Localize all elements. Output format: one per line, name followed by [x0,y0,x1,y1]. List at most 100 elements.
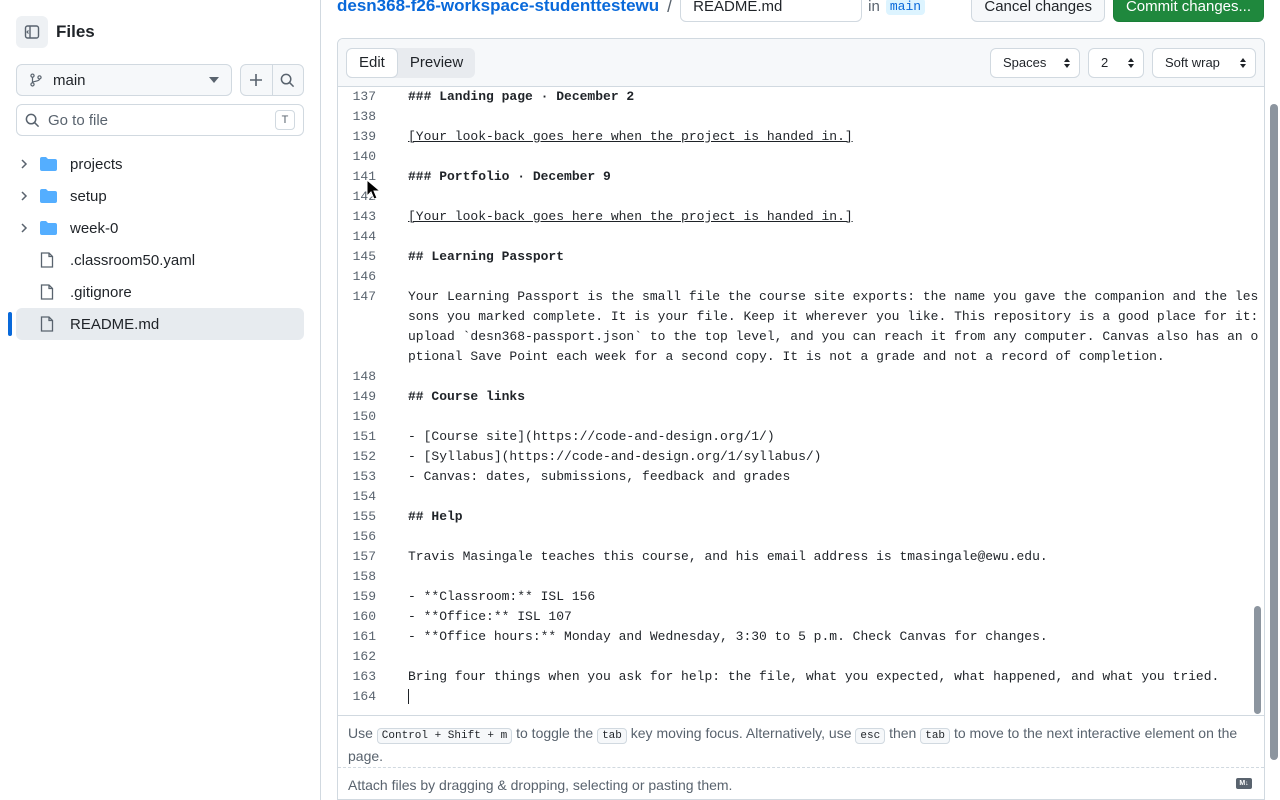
code-line[interactable]: 161 - **Office hours:** Monday and Wednes… [338,627,1264,647]
add-file-button[interactable] [241,65,272,95]
tree-item-label: week-0 [70,219,119,237]
code-line[interactable]: 148 [338,367,1264,387]
line-text: - **Office:** ISL 107 [408,609,572,624]
repo-link[interactable]: desn368-f26-workspace-studenttestewu [337,0,659,16]
tab-edit[interactable]: Edit [346,47,398,78]
line-text: - **Office hours:** Monday and Wednesday… [408,629,1048,644]
code-line[interactable]: 154 [338,487,1264,507]
code-line[interactable]: 144 [338,227,1264,247]
line-text: - [Syllabus](https://code-and-design.org… [408,449,822,464]
code-line[interactable]: 138 [338,107,1264,127]
cancel-changes-button[interactable]: Cancel changes [971,0,1105,22]
line-text: [Your look-back goes here when the proje… [408,129,853,144]
line-number: 137 [352,89,376,104]
code-line[interactable]: 146 [338,267,1264,287]
line-number: 147 [352,289,376,304]
folder-icon [40,221,58,235]
file-tree: projects setup week-0 .classroom50.yaml … [8,148,304,340]
code-line[interactable]: 150 [338,407,1264,427]
sidebar-title: Files [56,22,95,41]
tree-item-gitignore[interactable]: .gitignore [16,276,304,308]
code-line[interactable]: 157 Travis Masingale teaches this course,… [338,547,1264,567]
sidebar-collapse-icon [24,25,40,39]
tree-item-week-0[interactable]: week-0 [16,212,304,244]
tree-item-label: setup [70,187,107,205]
wrap-mode-value: Soft wrap [1165,55,1220,70]
code-line[interactable]: 163 Bring four things when you ask for he… [338,667,1264,687]
code-line[interactable]: 145 ## Learning Passport [338,247,1264,267]
code-line[interactable]: 160 - **Office:** ISL 107 [338,607,1264,627]
collapse-sidebar-button[interactable] [16,16,48,48]
select-arrows-icon [1064,57,1070,68]
code-line[interactable]: 155 ## Help [338,507,1264,527]
filename-input[interactable]: README.md [680,0,863,22]
line-number: 150 [352,409,376,424]
line-number: 140 [352,149,376,164]
line-text: Your Learning Passport is the small file… [408,289,1259,364]
code-line[interactable]: 164 [338,687,1264,707]
line-number: 146 [352,269,376,284]
line-text: Bring four things when you ask for help:… [408,669,1220,684]
line-text: - [Course site](https://code-and-design.… [408,429,775,444]
code-line[interactable]: 162 [338,647,1264,667]
branch-selector[interactable]: main [16,64,232,96]
tree-item-label: projects [70,155,123,173]
line-number: 151 [352,429,376,444]
active-indicator [8,312,12,336]
keyboard-hint: Use Control + Shift + m to toggle the ta… [338,715,1264,773]
code-line[interactable]: 156 [338,527,1264,547]
tree-item-setup[interactable]: setup [16,180,304,212]
indent-size-select[interactable]: 2 [1088,47,1144,78]
line-number: 163 [352,669,376,684]
folder-icon [40,157,58,171]
page-scrollbar[interactable] [1270,104,1278,760]
code-area[interactable]: 137 ### Landing page · December 2 138 139 [Y… [338,87,1264,715]
code-line[interactable]: 159 - **Classroom:** ISL 156 [338,587,1264,607]
chevron-right-icon[interactable] [16,223,32,233]
code-line[interactable]: 158 [338,567,1264,587]
wrap-mode-select[interactable]: Soft wrap [1152,47,1256,78]
line-number: 148 [352,369,376,384]
mouse-cursor-icon [366,179,382,200]
code-line[interactable]: 152 - [Syllabus](https://code-and-design.… [338,447,1264,467]
code-line[interactable]: 140 [338,147,1264,167]
chevron-right-icon[interactable] [16,191,32,201]
commit-changes-button[interactable]: Commit changes... [1112,0,1264,22]
tree-item-label: .classroom50.yaml [70,251,196,269]
code-line[interactable]: 153 - Canvas: dates, submissions, feedbac… [338,467,1264,487]
line-text: ## Course links [408,389,526,404]
tree-item-classroom50-yaml[interactable]: .classroom50.yaml [16,244,304,276]
editor-scrollbar[interactable] [1254,606,1261,714]
branch-chip: main [885,0,926,15]
code-line[interactable]: 142 [338,187,1264,207]
plus-icon [250,74,263,86]
code-line[interactable]: 147 Your Learning Passport is the small f… [338,287,1264,367]
caret-down-icon [209,77,219,83]
chevron-right-icon[interactable] [16,159,32,169]
sidebar-header: Files [16,16,95,48]
code-line[interactable]: 151 - [Course site](https://code-and-desi… [338,427,1264,447]
go-to-file-input[interactable]: Go to file T [16,104,304,136]
code-line[interactable]: 141 ### Portfolio · December 9 [338,167,1264,187]
code-line[interactable]: 139 [Your look-back goes here when the pr… [338,127,1264,147]
line-number: 153 [352,469,376,484]
file-icon [40,284,58,300]
git-branch-icon [30,73,42,87]
code-line[interactable]: 137 ### Landing page · December 2 [338,87,1264,107]
tree-item-label: README.md [70,315,160,333]
tree-item-projects[interactable]: projects [16,148,304,180]
indent-mode-select[interactable]: Spaces [990,47,1080,78]
tab-preview[interactable]: Preview [398,48,475,78]
tree-item-readme[interactable]: README.md [8,308,304,340]
code-line[interactable]: 149 ## Course links [338,387,1264,407]
tree-item-label: .gitignore [70,283,132,301]
line-number: 143 [352,209,376,224]
code-line[interactable]: 143 [Your look-back goes here when the pr… [338,207,1264,227]
search-files-button[interactable] [271,65,303,95]
shortcut-key: T [275,110,295,130]
line-number: 159 [352,589,376,604]
line-number: 145 [352,249,376,264]
attach-files-bar[interactable]: Attach files by dragging & dropping, sel… [338,767,1264,799]
shortcut-kbd: Control + Shift + m [376,728,513,744]
line-text: [Your look-back goes here when the proje… [408,209,853,224]
